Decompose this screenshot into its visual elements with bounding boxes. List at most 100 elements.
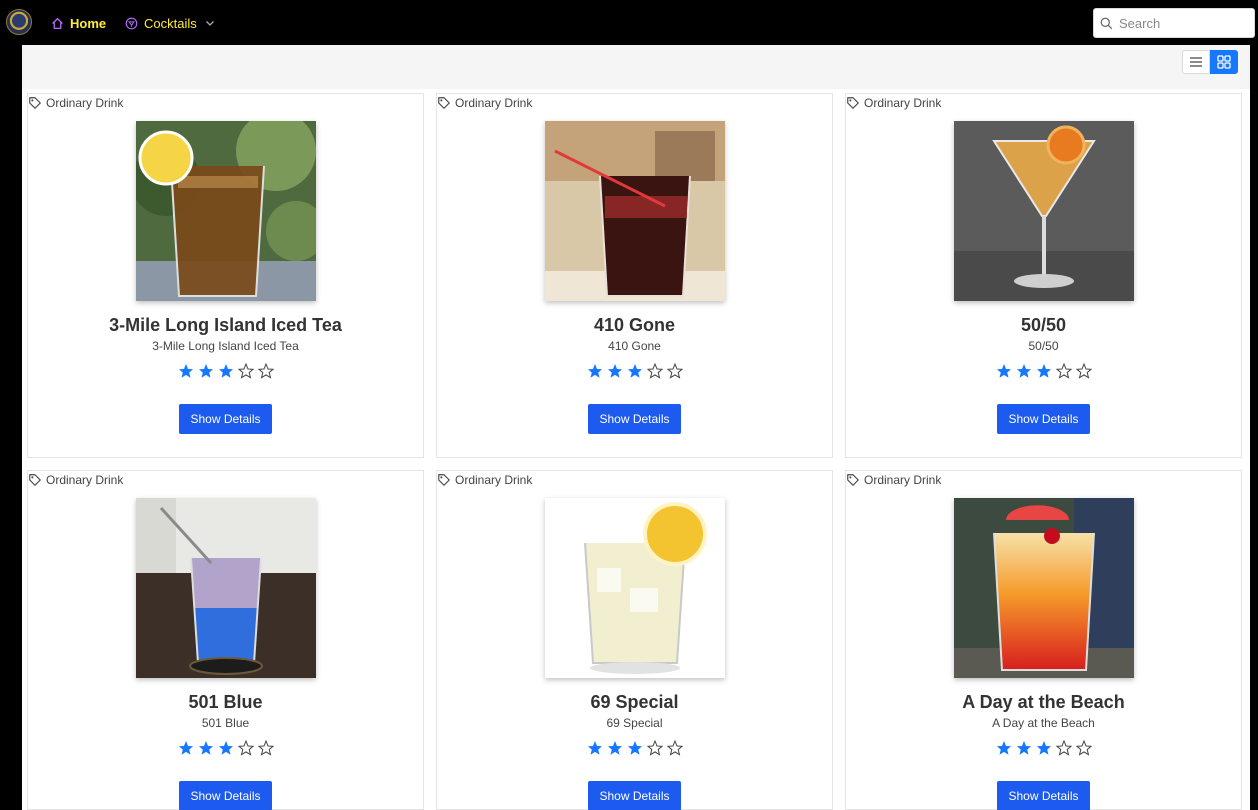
nav-home-label: Home: [70, 15, 107, 31]
cocktail-title: 3-Mile Long Island Iced Tea: [109, 315, 342, 335]
star-empty-icon[interactable]: [237, 363, 254, 379]
cocktail-image[interactable]: [136, 498, 316, 678]
cocktail-subtitle: A Day at the Beach: [992, 716, 1095, 730]
tag-icon: [438, 474, 450, 486]
rating-stars[interactable]: [846, 740, 1241, 756]
category-tag: Ordinary Drink: [437, 96, 532, 110]
list-toolbar: [22, 45, 1250, 89]
star-empty-icon[interactable]: [1055, 363, 1072, 379]
cocktail-image[interactable]: [545, 498, 725, 678]
category-label: Ordinary Drink: [46, 473, 124, 487]
cocktail-card: Ordinary Drink 3-Mile Long Island Iced T…: [27, 93, 424, 458]
cocktail-subtitle: 50/50: [1028, 339, 1059, 353]
cocktail-title: 501 Blue: [188, 692, 263, 712]
cocktail-title: 50/50: [1020, 315, 1067, 335]
star-filled-icon[interactable]: [627, 740, 643, 756]
star-filled-icon[interactable]: [218, 363, 234, 379]
tag-icon: [847, 97, 859, 109]
star-empty-icon[interactable]: [257, 363, 274, 379]
star-filled-icon[interactable]: [996, 363, 1012, 379]
tag-icon: [29, 474, 41, 486]
cocktail-title: A Day at the Beach: [962, 692, 1125, 712]
search-input[interactable]: [1119, 15, 1249, 31]
rating-stars[interactable]: [28, 363, 423, 379]
star-filled-icon[interactable]: [1036, 363, 1052, 379]
home-icon: [52, 17, 63, 29]
category-label: Ordinary Drink: [864, 473, 942, 487]
star-empty-icon[interactable]: [1075, 740, 1092, 756]
show-details-button[interactable]: Show Details: [179, 781, 272, 810]
show-details-button[interactable]: Show Details: [588, 781, 681, 810]
tag-icon: [847, 474, 859, 486]
cocktail-title: 410 Gone: [593, 315, 676, 335]
rating-stars[interactable]: [28, 740, 423, 756]
grid-view-button[interactable]: [1210, 50, 1238, 74]
cocktail-subtitle: 410 Gone: [608, 339, 661, 353]
cocktail-card: Ordinary Drink 69 Special 69 Special Sho…: [436, 470, 833, 810]
star-empty-icon[interactable]: [666, 740, 683, 756]
star-filled-icon[interactable]: [607, 740, 623, 756]
star-filled-icon[interactable]: [1016, 740, 1032, 756]
star-empty-icon[interactable]: [257, 740, 274, 756]
category-label: Ordinary Drink: [455, 96, 533, 110]
app-logo[interactable]: [6, 9, 32, 35]
star-empty-icon[interactable]: [1055, 740, 1072, 756]
category-label: Ordinary Drink: [455, 473, 533, 487]
star-filled-icon[interactable]: [996, 740, 1012, 756]
category-label: Ordinary Drink: [864, 96, 942, 110]
show-details-button[interactable]: Show Details: [997, 404, 1090, 434]
star-empty-icon[interactable]: [666, 363, 683, 379]
search-box[interactable]: [1093, 8, 1255, 38]
star-filled-icon[interactable]: [198, 740, 214, 756]
top-navbar: Home Cocktails: [0, 0, 1258, 45]
star-filled-icon[interactable]: [178, 363, 194, 379]
nav-cocktails-menu[interactable]: Cocktails: [125, 13, 215, 33]
rating-stars[interactable]: [437, 740, 832, 756]
star-empty-icon[interactable]: [646, 740, 663, 756]
star-empty-icon[interactable]: [646, 363, 663, 379]
search-icon: [1100, 17, 1113, 29]
show-details-button[interactable]: Show Details: [179, 404, 272, 434]
star-filled-icon[interactable]: [1036, 740, 1052, 756]
star-filled-icon[interactable]: [178, 740, 194, 756]
nav-home[interactable]: Home: [51, 13, 106, 33]
cocktail-image[interactable]: [136, 121, 316, 301]
star-empty-icon[interactable]: [1075, 363, 1092, 379]
grid-icon: [1217, 55, 1231, 69]
list-view-button[interactable]: [1182, 50, 1210, 74]
cocktail-category-icon: [125, 17, 138, 29]
category-tag: Ordinary Drink: [846, 96, 941, 110]
cocktail-image[interactable]: [545, 121, 725, 301]
cocktail-list-panel: Ordinary Drink 3-Mile Long Island Iced T…: [22, 45, 1250, 810]
show-details-button[interactable]: Show Details: [997, 781, 1090, 810]
star-filled-icon[interactable]: [1016, 363, 1032, 379]
category-label: Ordinary Drink: [46, 96, 124, 110]
cocktail-subtitle: 69 Special: [606, 716, 663, 730]
cocktail-card: Ordinary Drink 50/50 50/50 Show Details: [845, 93, 1242, 458]
cocktail-subtitle: 3-Mile Long Island Iced Tea: [152, 339, 299, 353]
cocktail-image[interactable]: [954, 498, 1134, 678]
list-icon: [1190, 57, 1202, 67]
star-filled-icon[interactable]: [587, 740, 603, 756]
category-tag: Ordinary Drink: [28, 96, 123, 110]
cocktail-card: Ordinary Drink 501 Blue 501 Blue Show De…: [27, 470, 424, 810]
rating-stars[interactable]: [846, 363, 1241, 379]
cocktail-card: Ordinary Drink A Day at the Beach A Day …: [845, 470, 1242, 810]
star-filled-icon[interactable]: [627, 363, 643, 379]
show-details-button[interactable]: Show Details: [588, 404, 681, 434]
star-filled-icon[interactable]: [218, 740, 234, 756]
star-filled-icon[interactable]: [607, 363, 623, 379]
tag-icon: [438, 97, 450, 109]
cocktail-subtitle: 501 Blue: [201, 716, 250, 730]
category-tag: Ordinary Drink: [846, 473, 941, 487]
category-tag: Ordinary Drink: [437, 473, 532, 487]
nav-cocktails-label: Cocktails: [144, 15, 197, 31]
cocktail-image[interactable]: [954, 121, 1134, 301]
chevron-down-icon: [205, 21, 214, 26]
star-filled-icon[interactable]: [198, 363, 214, 379]
star-empty-icon[interactable]: [237, 740, 254, 756]
category-tag: Ordinary Drink: [28, 473, 123, 487]
cocktail-title: 69 Special: [590, 692, 679, 712]
star-filled-icon[interactable]: [587, 363, 603, 379]
rating-stars[interactable]: [437, 363, 832, 379]
